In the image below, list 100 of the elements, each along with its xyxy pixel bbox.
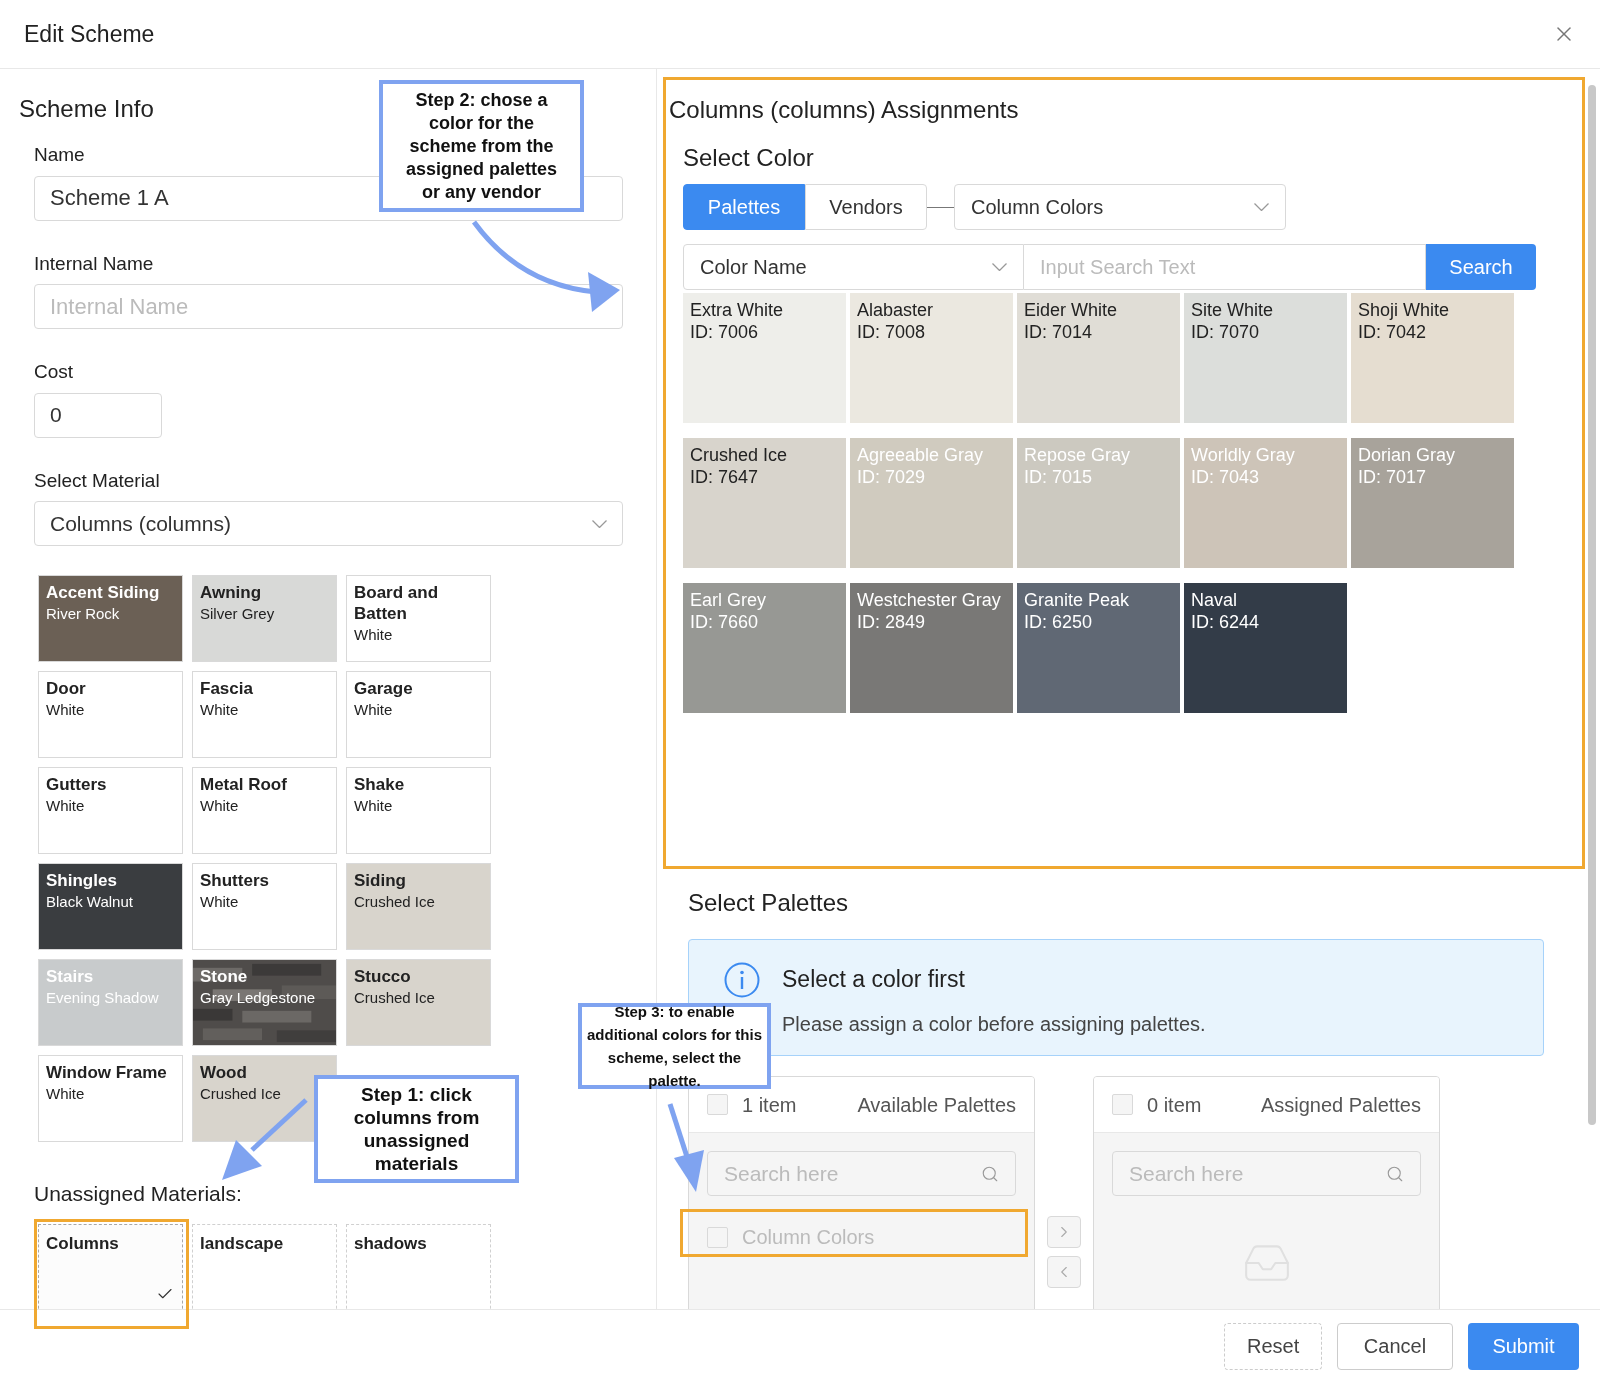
material-color: Gray Ledgestone	[200, 988, 317, 1008]
swatch-name: Crushed Ice	[690, 444, 789, 466]
color-swatch[interactable]: Crushed Ice ID: 7647	[683, 438, 846, 568]
material-color: White	[46, 700, 86, 720]
material-name: Garage	[354, 678, 414, 699]
material-tile[interactable]: Shingles Black Walnut	[38, 863, 183, 950]
swatch-name: Alabaster	[857, 299, 935, 321]
search-input[interactable]: Input Search Text	[1024, 244, 1426, 290]
color-swatch[interactable]: Shoji White ID: 7042	[1351, 293, 1514, 423]
material-color: White	[354, 796, 394, 816]
material-name: Shingles	[46, 870, 118, 891]
color-swatch[interactable]: Granite Peak ID: 6250	[1017, 583, 1180, 713]
step-tooltip: Step 2: chose a color for the scheme from the assigned palettes or any vendor	[379, 80, 584, 212]
material-tile[interactable]: Garage White	[346, 671, 491, 758]
material-color: Silver Grey	[200, 604, 276, 624]
swatch-name: Earl Grey	[690, 589, 768, 611]
text-field[interactable]: Internal Name	[34, 284, 623, 329]
material-tile[interactable]: Awning Silver Grey	[192, 575, 337, 662]
section-heading: Select Color	[683, 143, 814, 173]
chevron-down-icon	[1254, 203, 1269, 211]
material-name: Siding	[354, 870, 407, 891]
material-select[interactable]: Columns (columns)	[34, 501, 623, 546]
unassigned-tile[interactable]: landscape	[192, 1223, 337, 1309]
chevron-down-icon	[592, 519, 607, 528]
checkbox[interactable]	[707, 1094, 728, 1115]
material-tile[interactable]: Fascia White	[192, 671, 337, 758]
swatch-name: Extra White	[690, 299, 785, 321]
section-heading: Scheme Info	[19, 94, 154, 124]
assignments-title: Columns (columns) Assignments	[669, 95, 1019, 125]
filter-select[interactable]: Color Name	[683, 244, 1024, 290]
field-label: Name	[34, 143, 85, 167]
material-name: Window Frame	[46, 1062, 168, 1083]
alert-title: Select a color first	[782, 965, 966, 994]
swatch-id: ID: 7015	[1024, 466, 1094, 488]
material-tile[interactable]: Gutters White	[38, 767, 183, 854]
item-count: 0 item	[1147, 1092, 1202, 1118]
material-name: shadows	[354, 1233, 427, 1253]
color-swatch[interactable]: Extra White ID: 7006	[683, 293, 846, 423]
color-swatch[interactable]: Naval ID: 6244	[1184, 583, 1347, 713]
unassigned-tile[interactable]: shadows	[346, 1223, 491, 1309]
material-color: White	[200, 700, 240, 720]
material-color: Crushed Ice	[200, 1084, 282, 1104]
swatch-id: ID: 7070	[1191, 321, 1261, 343]
material-tile[interactable]: Accent Siding River Rock	[38, 575, 183, 662]
material-tile[interactable]: Stucco Crushed Ice	[346, 959, 491, 1046]
swatch-id: ID: 6244	[1191, 611, 1261, 633]
search-icon	[1386, 1164, 1404, 1183]
swatch-id: ID: 7017	[1358, 466, 1428, 488]
swatch-name: Westchester Gray	[857, 589, 1002, 611]
swatch-name: Eider White	[1024, 299, 1119, 321]
material-color: River Rock	[46, 604, 121, 624]
move-left-button[interactable]	[1047, 1256, 1081, 1288]
info-icon	[724, 962, 760, 998]
palette-select[interactable]: Column Colors	[954, 184, 1286, 230]
material-tile[interactable]: Board and Batten White	[346, 575, 491, 662]
material-name: landscape	[200, 1233, 284, 1253]
alert-message: Please assign a color before assigning palettes.	[782, 1011, 1206, 1037]
material-tile[interactable]: Stone Gray Ledgestone	[192, 959, 337, 1046]
swatch-id: ID: 2849	[857, 611, 927, 633]
swatch-name: Dorian Gray	[1358, 444, 1457, 466]
unassigned-tile[interactable]: Columns	[38, 1223, 183, 1309]
chevron-down-icon	[992, 263, 1007, 271]
swatch-name: Repose Gray	[1024, 444, 1132, 466]
material-tile[interactable]: Shutters White	[192, 863, 337, 950]
swatch-id: ID: 7014	[1024, 321, 1094, 343]
material-tile[interactable]: Shake White	[346, 767, 491, 854]
color-swatch[interactable]: Alabaster ID: 7008	[850, 293, 1013, 423]
material-name: Door	[46, 678, 87, 699]
swatch-id: ID: 7042	[1358, 321, 1428, 343]
field-label: Select Material	[34, 468, 160, 493]
item-count: 1 item	[742, 1092, 797, 1118]
material-tile[interactable]: Metal Roof White	[192, 767, 337, 854]
swatch-id: ID: 7029	[857, 466, 927, 488]
color-swatch[interactable]: Westchester Gray ID: 2849	[850, 583, 1013, 713]
color-swatch[interactable]: Site White ID: 7070	[1184, 293, 1347, 423]
material-name: Stucco	[354, 966, 412, 987]
move-right-button[interactable]	[1047, 1216, 1081, 1248]
cost-field[interactable]: 0	[34, 392, 162, 438]
material-name: Gutters	[46, 774, 108, 795]
material-tile[interactable]: Siding Crushed Ice	[346, 863, 491, 950]
material-color: White	[46, 796, 86, 816]
footer-button[interactable]: Reset	[1224, 1322, 1322, 1370]
search-icon	[981, 1164, 999, 1183]
section-heading: Select Palettes	[688, 888, 849, 918]
swatch-name: Site White	[1191, 299, 1275, 321]
material-color: White	[354, 625, 394, 645]
tab[interactable]: Vendors	[805, 184, 927, 230]
panel-title: Assigned Palettes	[1260, 1092, 1421, 1118]
unassigned-label: Unassigned Materials:	[34, 1181, 242, 1207]
material-tile[interactable]: Door White	[38, 671, 183, 758]
step-tooltip: Step 1: click columns from unassigned materials	[314, 1075, 519, 1183]
swatch-id: ID: 6250	[1024, 611, 1094, 633]
checkbox[interactable]	[1112, 1094, 1133, 1115]
footer-button[interactable]: Cancel	[1337, 1322, 1453, 1370]
material-color: White	[354, 700, 394, 720]
material-name: Stone	[200, 966, 249, 987]
swatch-id: ID: 7660	[690, 611, 760, 633]
swatch-id: ID: 7647	[690, 466, 760, 488]
material-tile[interactable]: Window Frame White	[38, 1055, 183, 1142]
color-swatch[interactable]: Eider White ID: 7014	[1017, 293, 1180, 423]
